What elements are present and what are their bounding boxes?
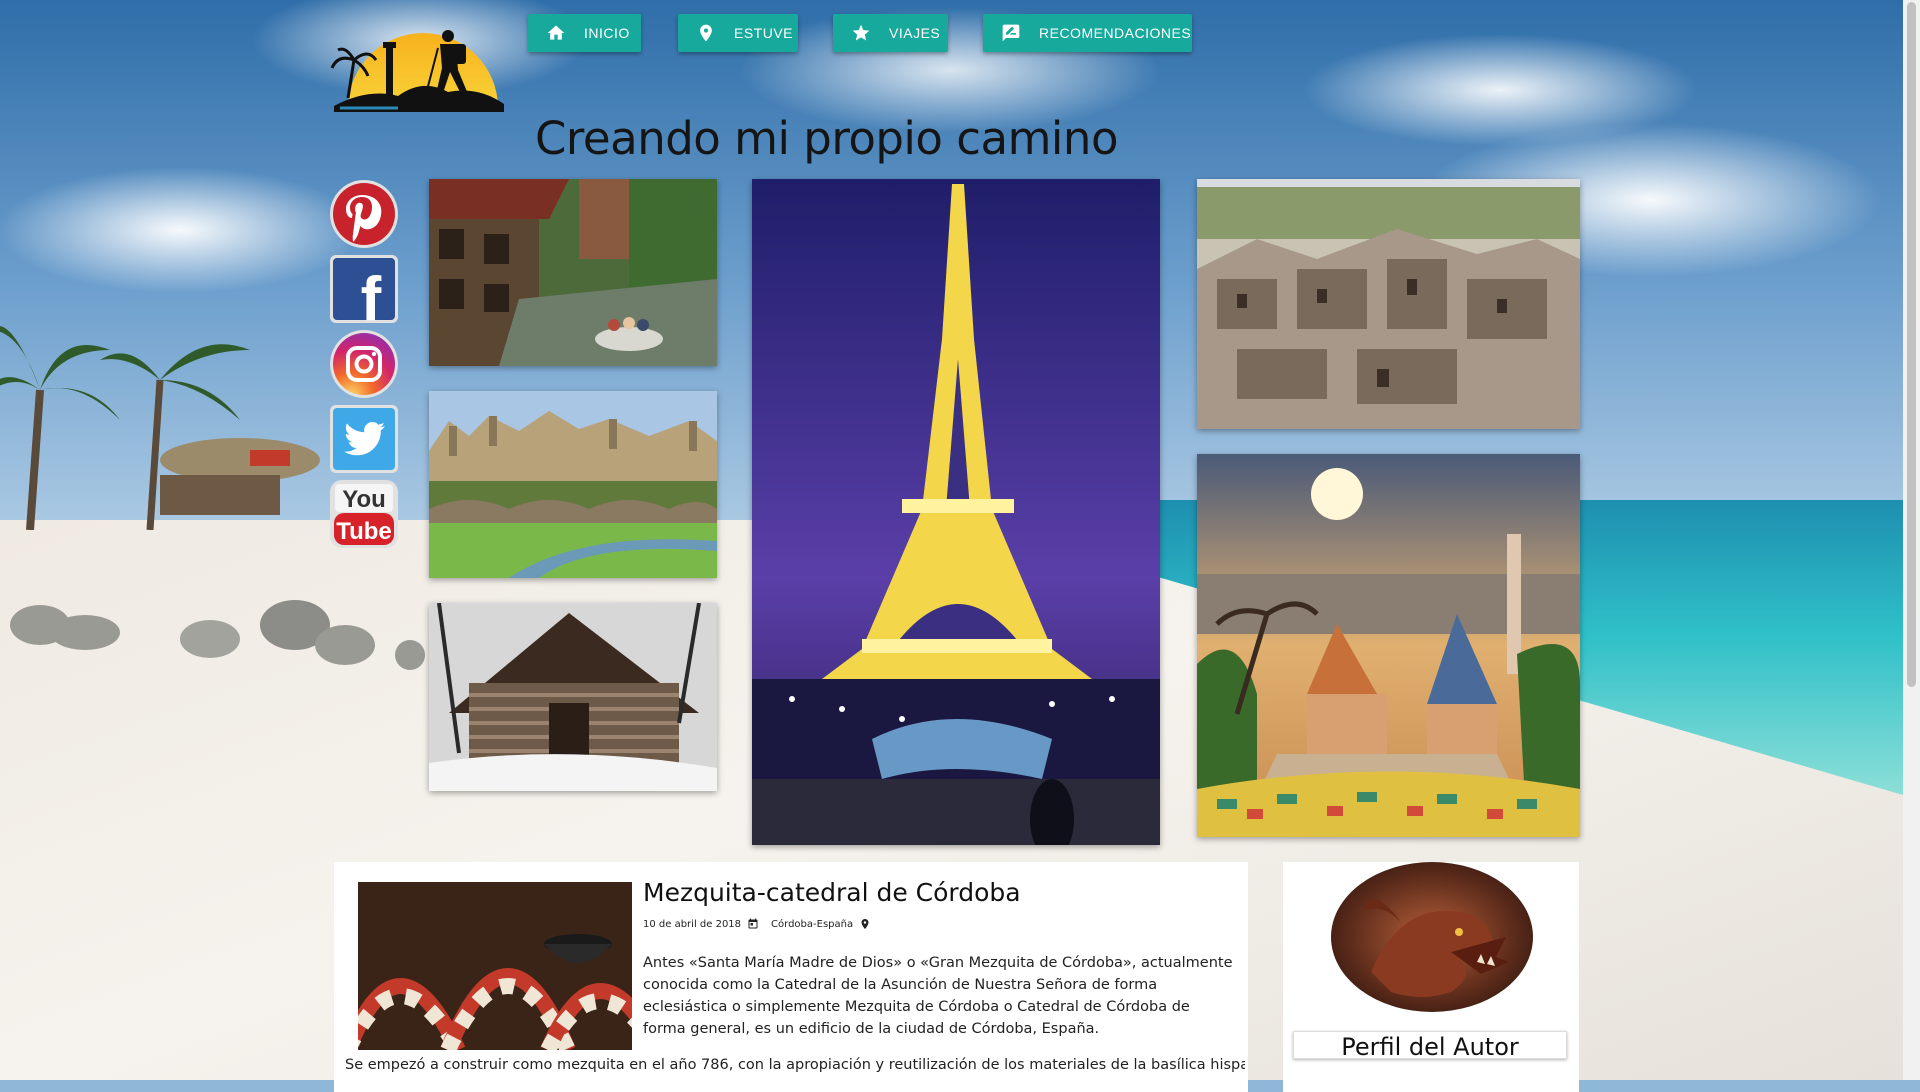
map-pin-icon bbox=[700, 24, 712, 42]
article-card[interactable]: Mezquita-catedral de Córdoba 10 de abril… bbox=[334, 862, 1248, 1092]
nav-label: VIAJES bbox=[889, 25, 941, 41]
author-card: Perfil del Autor bbox=[1283, 862, 1579, 1092]
site-logo[interactable] bbox=[328, 8, 508, 112]
article-meta: 10 de abril de 2018 Córdoba-España bbox=[643, 918, 883, 930]
article-date: 10 de abril de 2018 bbox=[643, 918, 742, 930]
gallery-photo-village[interactable] bbox=[1197, 179, 1580, 429]
pinterest-icon[interactable] bbox=[329, 179, 399, 249]
article-excerpt: Antes «Santa María Madre de Dios» o «Gra… bbox=[643, 955, 1233, 1037]
instagram-icon[interactable] bbox=[329, 329, 399, 399]
article-title[interactable]: Mezquita-catedral de Córdoba bbox=[643, 878, 1021, 907]
nav-estuve-button[interactable]: ESTUVE bbox=[678, 14, 798, 52]
home-icon bbox=[547, 25, 565, 40]
page-title: Creando mi propio camino bbox=[535, 112, 1118, 165]
gallery-photo-castle[interactable] bbox=[429, 391, 717, 578]
calendar-icon bbox=[748, 918, 758, 929]
gallery-photo-eiffel[interactable] bbox=[752, 179, 1160, 845]
youtube-text-bottom: Tube bbox=[336, 518, 392, 545]
author-profile-label[interactable]: Perfil del Autor bbox=[1293, 1031, 1567, 1061]
page-scrollbar[interactable] bbox=[1903, 0, 1920, 1080]
nav-recomendaciones-button[interactable]: RECOMENDACIONES bbox=[983, 14, 1192, 52]
nav-inicio-button[interactable]: INICIO bbox=[528, 14, 641, 52]
facebook-icon[interactable]: f bbox=[329, 254, 399, 324]
gallery-photo-cabin[interactable] bbox=[429, 603, 717, 791]
gallery-photo-park-guell[interactable] bbox=[1197, 454, 1580, 837]
article-thumbnail[interactable] bbox=[358, 882, 632, 1050]
comment-edit-icon bbox=[1002, 24, 1020, 42]
gallery-photo-canal[interactable] bbox=[429, 179, 717, 366]
article-location: Córdoba-España bbox=[771, 918, 854, 930]
article-body: Se empezó a construir como mezquita en e… bbox=[345, 1057, 1245, 1073]
twitter-icon[interactable] bbox=[329, 404, 399, 474]
facebook-glyph: f bbox=[361, 265, 382, 324]
nav-label: RECOMENDACIONES bbox=[1039, 25, 1192, 41]
youtube-text-top: You bbox=[342, 486, 386, 513]
nav-viajes-button[interactable]: VIAJES bbox=[833, 14, 948, 52]
palm-trees bbox=[0, 326, 320, 530]
scrollbar-thumb[interactable] bbox=[1907, 2, 1916, 687]
nav-label: ESTUVE bbox=[734, 25, 794, 41]
star-icon bbox=[852, 24, 870, 41]
youtube-icon[interactable]: You Tube bbox=[329, 479, 399, 549]
nav-label: INICIO bbox=[584, 25, 630, 41]
author-avatar[interactable] bbox=[1331, 862, 1533, 1012]
map-pin-icon bbox=[861, 919, 869, 929]
